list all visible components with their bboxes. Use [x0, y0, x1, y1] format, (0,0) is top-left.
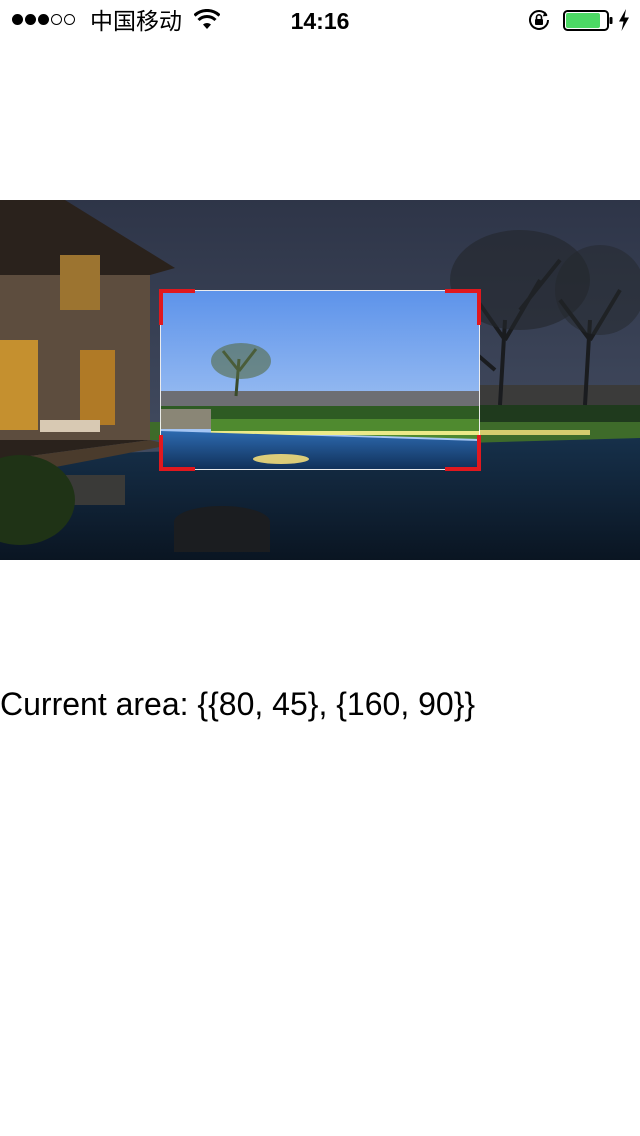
crop-handle-bottom-left[interactable]: [159, 435, 195, 471]
crop-handle-top-left[interactable]: [159, 289, 195, 325]
crop-handle-top-right[interactable]: [445, 289, 481, 325]
status-bar: 中国移动 14:16: [0, 0, 640, 40]
crop-preview: [161, 291, 479, 469]
battery-icon: [563, 10, 613, 31]
crop-preview-image: [161, 291, 479, 469]
orientation-lock-icon: [529, 10, 549, 30]
current-area-label: Current area: {{80, 45}, {160, 90}}: [0, 686, 476, 722]
photo-view[interactable]: [0, 200, 640, 560]
crop-rectangle[interactable]: [159, 289, 481, 471]
crop-handle-bottom-right[interactable]: [445, 435, 481, 471]
charging-bolt-icon: [619, 9, 629, 31]
